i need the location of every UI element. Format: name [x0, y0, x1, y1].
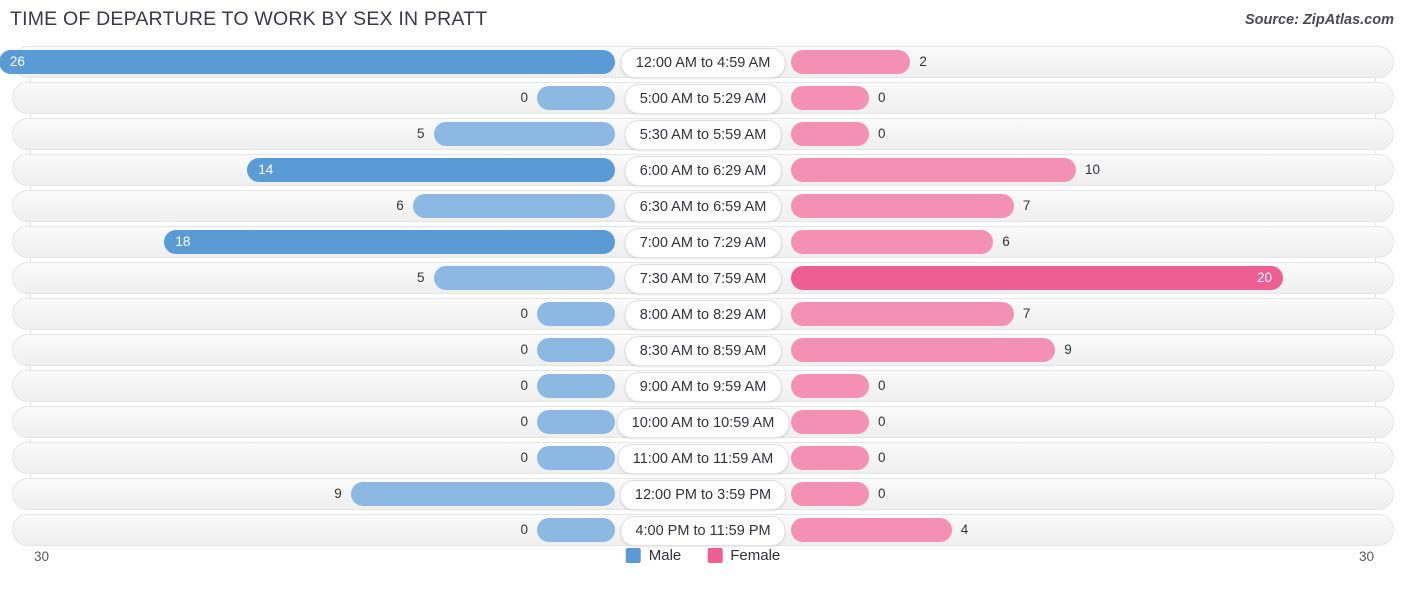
legend-item-female[interactable]: Female [707, 547, 780, 564]
chart-legend: Male Female [625, 547, 780, 564]
category-label: 8:30 AM to 8:59 AM [624, 336, 782, 366]
chart-row[interactable]: 9 0 12:00 PM to 3:59 PM [0, 478, 1406, 514]
chart-row[interactable]: 18 6 7:00 AM to 7:29 AM [0, 226, 1406, 262]
female-bar[interactable] [791, 446, 869, 470]
female-bar[interactable] [791, 86, 869, 110]
female-value-label: 0 [878, 486, 886, 501]
male-bar[interactable] [537, 374, 615, 398]
male-bar[interactable] [433, 122, 615, 146]
legend-swatch-icon [625, 548, 641, 563]
male-bar[interactable]: 26 [0, 50, 615, 74]
category-label: 6:30 AM to 6:59 AM [624, 192, 782, 222]
page-title: TIME OF DEPARTURE TO WORK BY SEX IN PRAT… [10, 8, 488, 30]
male-bar[interactable] [537, 338, 615, 362]
legend-item-male[interactable]: Male [625, 547, 682, 564]
male-value-label: 5 [416, 126, 425, 141]
axis-label-right: 30 [1358, 549, 1374, 564]
female-value-label: 6 [1002, 234, 1010, 249]
category-label: 5:30 AM to 5:59 AM [624, 120, 782, 150]
female-bar[interactable] [791, 50, 911, 74]
female-bar[interactable] [791, 338, 1056, 362]
male-value-label: 0 [520, 450, 528, 465]
female-bar[interactable] [791, 122, 869, 146]
chart-row[interactable]: 0 0 5:00 AM to 5:29 AM [0, 82, 1406, 118]
female-value-label: 7 [1022, 198, 1031, 213]
male-value-label: 0 [520, 306, 528, 321]
male-bar[interactable] [537, 410, 615, 434]
male-value-label: 0 [520, 414, 528, 429]
legend-label: Female [730, 547, 781, 564]
female-value-label: 20 [1256, 270, 1272, 285]
male-value-label: 0 [520, 378, 528, 393]
female-bar[interactable] [791, 230, 994, 254]
category-label: 12:00 PM to 3:59 PM [619, 480, 787, 510]
female-value-label: 7 [1022, 306, 1031, 321]
female-value-label: 0 [878, 378, 886, 393]
category-label: 7:00 AM to 7:29 AM [624, 228, 782, 258]
chart-row[interactable]: 0 0 10:00 AM to 10:59 AM [0, 406, 1406, 442]
female-value-label: 0 [878, 414, 886, 429]
chart-row[interactable]: 5 20 7:30 AM to 7:59 AM [0, 262, 1406, 298]
female-value-label: 4 [960, 522, 969, 537]
female-value-label: 10 [1085, 162, 1101, 177]
female-value-label: 9 [1064, 342, 1072, 357]
legend-label: Male [648, 547, 682, 564]
male-value-label: 0 [520, 342, 528, 357]
female-value-label: 0 [878, 90, 886, 105]
female-bar[interactable] [791, 374, 869, 398]
male-value-label: 0 [520, 90, 528, 105]
male-bar[interactable] [433, 266, 615, 290]
male-value-label: 9 [334, 486, 342, 501]
chart-row[interactable]: 0 0 9:00 AM to 9:59 AM [0, 370, 1406, 406]
category-label: 5:00 AM to 5:29 AM [624, 84, 782, 114]
female-value-label: 0 [878, 126, 886, 141]
chart-row[interactable]: 5 0 5:30 AM to 5:59 AM [0, 118, 1406, 154]
male-value-label: 5 [416, 270, 425, 285]
chart-rows: 26 2 12:00 AM to 4:59 AM 0 0 5:00 AM to 5:29 … [0, 46, 1406, 550]
axis-label-left: 30 [34, 549, 50, 564]
male-bar[interactable] [537, 86, 615, 110]
male-value-label: 6 [396, 198, 404, 213]
male-bar[interactable] [412, 194, 615, 218]
male-bar[interactable]: 18 [164, 230, 615, 254]
male-value-label: 26 [9, 54, 25, 69]
male-value-label: 14 [258, 162, 274, 177]
category-label: 7:30 AM to 7:59 AM [624, 264, 782, 294]
female-value-label: 0 [878, 450, 886, 465]
category-label: 4:00 PM to 11:59 PM [620, 516, 786, 546]
category-label: 12:00 AM to 4:59 AM [620, 48, 786, 78]
male-value-label: 18 [175, 234, 191, 249]
female-bar[interactable] [791, 410, 869, 434]
male-bar[interactable] [350, 482, 615, 506]
chart-row[interactable]: 0 9 8:30 AM to 8:59 AM [0, 334, 1406, 370]
chart-row[interactable]: 0 4 4:00 PM to 11:59 PM [0, 514, 1406, 550]
chart-row[interactable]: 0 7 8:00 AM to 8:29 AM [0, 298, 1406, 334]
chart-header: TIME OF DEPARTURE TO WORK BY SEX IN PRAT… [0, 0, 1406, 42]
male-bar[interactable] [537, 446, 615, 470]
female-bar[interactable] [791, 158, 1076, 182]
chart-footer: 30 30 Male Female [0, 547, 1406, 591]
female-bar[interactable] [791, 302, 1014, 326]
chart-row[interactable]: 0 0 11:00 AM to 11:59 AM [0, 442, 1406, 478]
legend-swatch-icon [707, 548, 723, 563]
chart-row[interactable]: 6 7 6:30 AM to 6:59 AM [0, 190, 1406, 226]
female-value-label: 2 [919, 54, 927, 69]
male-value-label: 0 [520, 522, 528, 537]
category-label: 8:00 AM to 8:29 AM [624, 300, 782, 330]
category-label: 9:00 AM to 9:59 AM [624, 372, 782, 402]
category-label: 6:00 AM to 6:29 AM [624, 156, 782, 186]
source-attribution: Source: ZipAtlas.com [1244, 12, 1394, 28]
male-bar[interactable] [537, 518, 615, 542]
chart-row[interactable]: 26 2 12:00 AM to 4:59 AM [0, 46, 1406, 82]
male-bar[interactable]: 14 [247, 158, 615, 182]
female-bar[interactable] [791, 518, 952, 542]
category-label: 11:00 AM to 11:59 AM [617, 444, 789, 474]
female-bar[interactable] [791, 482, 869, 506]
chart-row[interactable]: 14 10 6:00 AM to 6:29 AM [0, 154, 1406, 190]
female-bar[interactable] [791, 194, 1014, 218]
chart-plot-area: 26 2 12:00 AM to 4:59 AM 0 0 5:00 AM to 5:29 … [0, 42, 1406, 547]
female-bar[interactable]: 20 [791, 266, 1283, 290]
category-label: 10:00 AM to 10:59 AM [616, 408, 790, 438]
male-bar[interactable] [537, 302, 615, 326]
